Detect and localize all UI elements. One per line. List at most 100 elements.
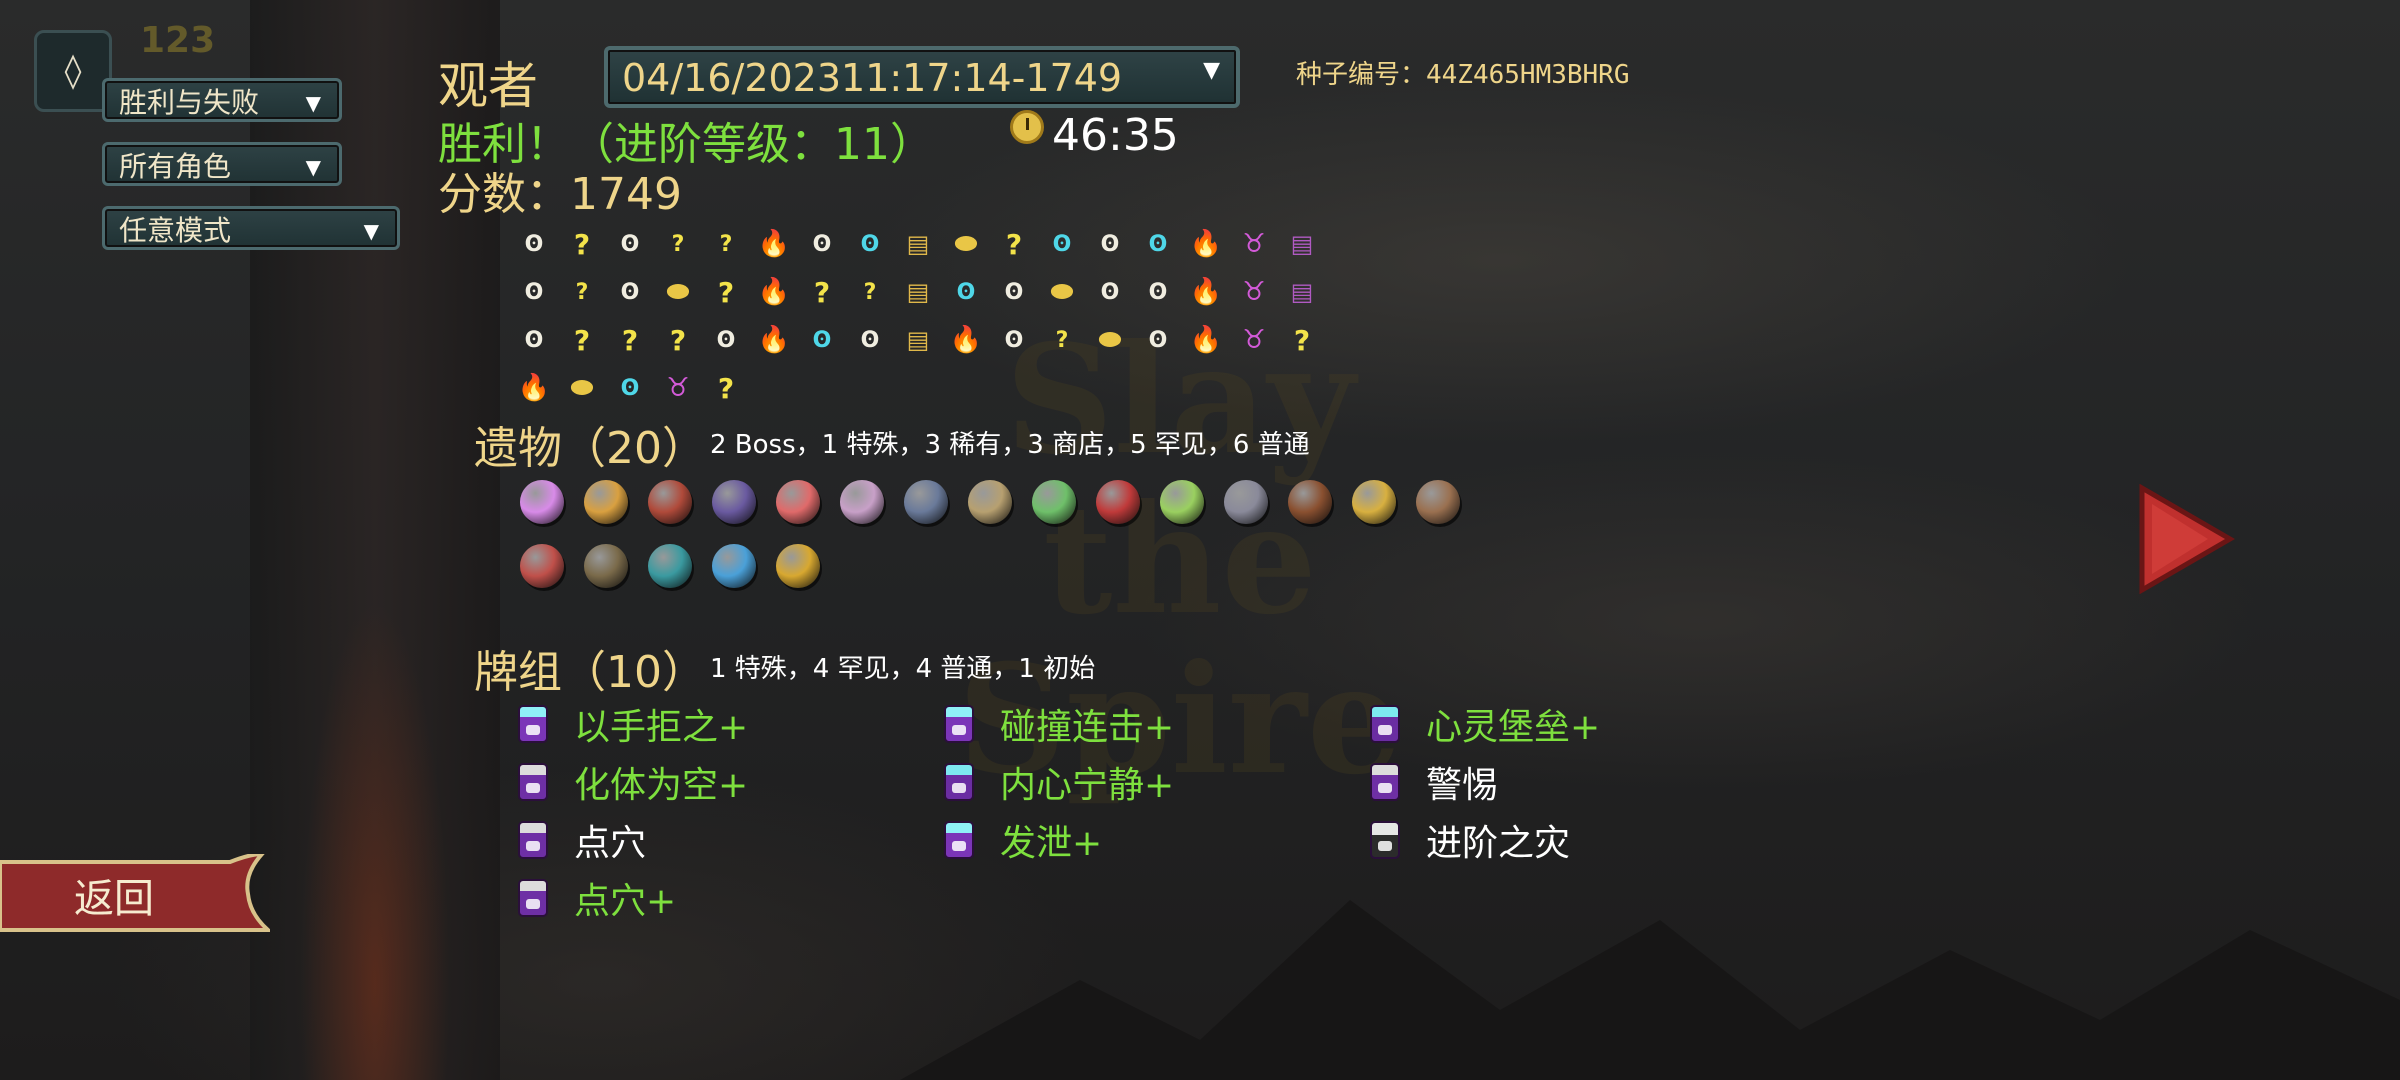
back-button-label: 返回 <box>74 876 154 922</box>
relic-shape <box>1032 480 1076 524</box>
lunch-box-icon[interactable] <box>766 470 830 534</box>
relic-shape <box>776 480 820 524</box>
background-ember-glow <box>300 600 450 1080</box>
unknown-node-icon: ? <box>669 323 687 357</box>
ascension-gem-icon[interactable]: ◊ <box>34 30 112 112</box>
birdcage-icon[interactable] <box>958 470 1022 534</box>
relic-shape <box>1224 480 1268 524</box>
unknown-node-icon: ? <box>1005 227 1023 261</box>
treasure-node-icon: ▤ <box>906 230 930 258</box>
treasure-node-icon: ▤ <box>906 326 930 354</box>
relic-shape <box>520 544 564 588</box>
unknown-treasure-node-icon: ? <box>671 231 685 257</box>
card-type-icon <box>1370 821 1400 859</box>
deck-card[interactable]: 点穴+ <box>518 872 676 924</box>
gem-count: 123 <box>140 20 216 61</box>
relics-heading: 遗物（20） <box>474 423 706 474</box>
bag-of-marbles-icon[interactable] <box>702 470 766 534</box>
chevron-down-icon: ▼ <box>305 155 321 179</box>
pure-water-icon[interactable] <box>510 470 574 534</box>
shop-node-icon: ⬬ <box>1050 276 1074 307</box>
deck-heading: 牌组（10） <box>474 647 706 698</box>
unknown-treasure-node-icon: ? <box>863 279 877 305</box>
scroll-icon[interactable] <box>1022 470 1086 534</box>
deck-card[interactable]: 内心宁静+ <box>944 756 1174 808</box>
deck-summary: 1 特殊，4 罕见，4 普通，1 初始 <box>710 654 1096 684</box>
rest-node-icon: 🔥 <box>1189 277 1223 307</box>
demon-hand-icon[interactable] <box>510 534 574 598</box>
red-starfish-icon[interactable] <box>1086 470 1150 534</box>
card-type-icon <box>1370 705 1400 743</box>
potted-plant-icon[interactable] <box>574 470 638 534</box>
monster-node-icon: ʘ <box>716 327 736 353</box>
run-selector-dropdown[interactable]: 04/16/202311:17:14-1749 ▼ <box>604 46 1240 108</box>
boss-chest-node-icon: ▤ <box>1290 278 1314 306</box>
book-icon[interactable] <box>574 534 638 598</box>
relic-shape <box>904 480 948 524</box>
blue-flask-icon[interactable] <box>702 534 766 598</box>
relic-shape <box>520 480 564 524</box>
elite-node-icon: ʘ <box>620 375 640 401</box>
mouse-icon[interactable] <box>1214 470 1278 534</box>
deck-card[interactable]: 进阶之灾 <box>1370 814 1570 866</box>
deck-card-label: 发泄+ <box>1000 823 1103 864</box>
background-mountains <box>900 900 2400 1080</box>
boss-chest-node-icon: ▤ <box>1290 230 1314 258</box>
monster-node-icon: ʘ <box>1148 327 1168 353</box>
filter-mode-dropdown[interactable]: 任意模式 ▼ <box>102 206 400 250</box>
rest-node-icon: 🔥 <box>949 325 983 355</box>
seed-label: 种子编号：44Z465HM3BHRG <box>1296 60 1630 90</box>
deck-card[interactable]: 化体为空+ <box>518 756 748 808</box>
relic-shape <box>584 480 628 524</box>
shop-node-icon: ⬬ <box>954 228 978 259</box>
map-path-row: ʘ? ʘ?? 🔥 ʘ ʘ ▤ ⬬? ʘ ʘ ʘ 🔥 ♉ ▤ <box>510 220 1330 268</box>
unknown-node-icon: ? <box>1293 323 1311 357</box>
deck-card[interactable]: 心灵堡垒+ <box>1370 698 1600 750</box>
relic-shape <box>1288 480 1332 524</box>
golden-egg-icon[interactable] <box>1342 470 1406 534</box>
monster-node-icon: ʘ <box>620 231 640 257</box>
relic-shape <box>1160 480 1204 524</box>
filter-character-label: 所有角色 <box>119 150 232 183</box>
boss-node-icon: ♉ <box>1242 325 1266 355</box>
card-type-icon <box>944 821 974 859</box>
stopwatch-icon <box>1010 110 1044 144</box>
monster-node-icon: ʘ <box>524 279 544 305</box>
shop-node-icon: ⬬ <box>666 276 690 307</box>
relic-shape <box>712 544 756 588</box>
deck-card-label: 进阶之灾 <box>1426 823 1571 864</box>
meat-on-bone-icon[interactable] <box>638 470 702 534</box>
deck-card[interactable]: 以手拒之+ <box>518 698 748 750</box>
boss-node-icon: ♉ <box>1242 229 1266 259</box>
monster-node-icon: ʘ <box>860 327 880 353</box>
filter-result-dropdown[interactable]: 胜利与失败 ▼ <box>102 78 342 122</box>
deck-card-label: 以手拒之+ <box>574 707 749 748</box>
mortar-bowl-icon[interactable] <box>1406 470 1470 534</box>
card-type-icon <box>1370 763 1400 801</box>
treasure-node-icon: ▤ <box>906 278 930 306</box>
unknown-node-icon: ? <box>717 275 735 309</box>
deck-card[interactable]: 点穴 <box>518 814 646 866</box>
green-ingot-icon[interactable] <box>1150 470 1214 534</box>
filter-character-dropdown[interactable]: 所有角色 ▼ <box>102 142 342 186</box>
turnip-icon[interactable] <box>830 470 894 534</box>
shop-node-icon: ⬬ <box>1098 324 1122 355</box>
map-path: ʘ? ʘ?? 🔥 ʘ ʘ ▤ ⬬? ʘ ʘ ʘ 🔥 ♉ ▤ ʘ? ʘ ⬬? 🔥?? ▤ ʘ ʘ ⬬ ʘ ʘ 🔥 ♉ ▤ ʘ??? ʘ 🔥… <box>510 220 1330 412</box>
deck-card[interactable]: 警惕 <box>1370 756 1498 808</box>
relic-shape <box>776 544 820 588</box>
elite-node-icon: ʘ <box>860 231 880 257</box>
deck-card-label: 碰撞连击+ <box>1000 707 1175 748</box>
anchor-icon[interactable] <box>894 470 958 534</box>
monster-node-icon: ʘ <box>524 231 544 257</box>
deck-card[interactable]: 发泄+ <box>944 814 1102 866</box>
card-type-icon <box>944 763 974 801</box>
map-path-row: 🔥 ⬬ ʘ ♉? <box>510 364 1330 412</box>
golden-crystal-icon[interactable] <box>766 534 830 598</box>
next-arrow-icon[interactable] <box>2136 484 2236 594</box>
deck-card[interactable]: 碰撞连击+ <box>944 698 1174 750</box>
relic-shape <box>648 480 692 524</box>
deck-card-label: 点穴+ <box>574 881 677 922</box>
abacus-icon[interactable] <box>1278 470 1342 534</box>
relics-summary: 2 Boss，1 特殊，3 稀有，3 商店，5 罕见，6 普通 <box>710 430 1310 460</box>
teal-slipper-icon[interactable] <box>638 534 702 598</box>
